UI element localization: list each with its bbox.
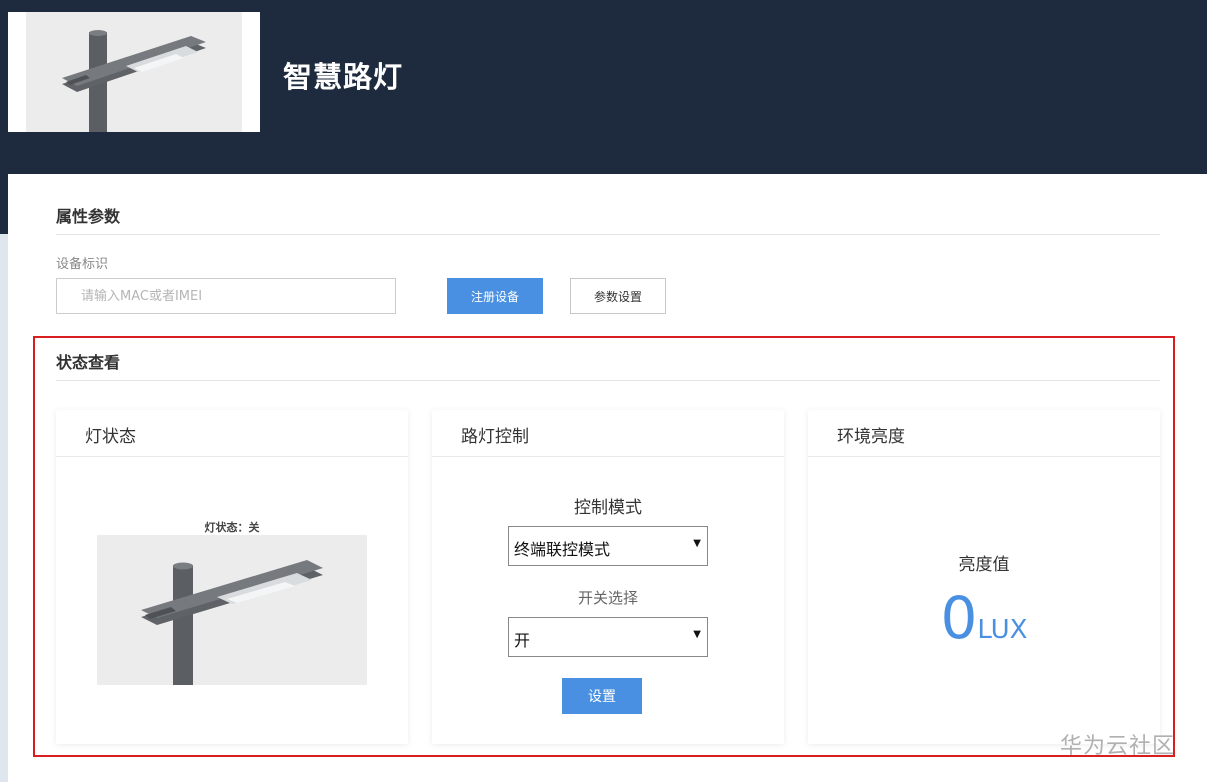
watermark: 华为云社区 (1060, 734, 1176, 759)
app-header: 智慧路灯 (0, 0, 1207, 174)
status-highlight-frame (33, 336, 1175, 757)
attributes-section-title: 属性参数 (56, 207, 121, 226)
streetlight-logo-image (26, 12, 242, 132)
parameter-settings-button[interactable]: 参数设置 (570, 278, 666, 314)
left-strip (0, 174, 8, 782)
register-device-button[interactable]: 注册设备 (447, 278, 543, 314)
device-id-label: 设备标识 (56, 257, 109, 272)
app-title: 智慧路灯 (283, 60, 404, 94)
attributes-divider (56, 234, 1160, 235)
streetlight-logo (8, 12, 260, 132)
device-id-input[interactable] (56, 278, 396, 314)
